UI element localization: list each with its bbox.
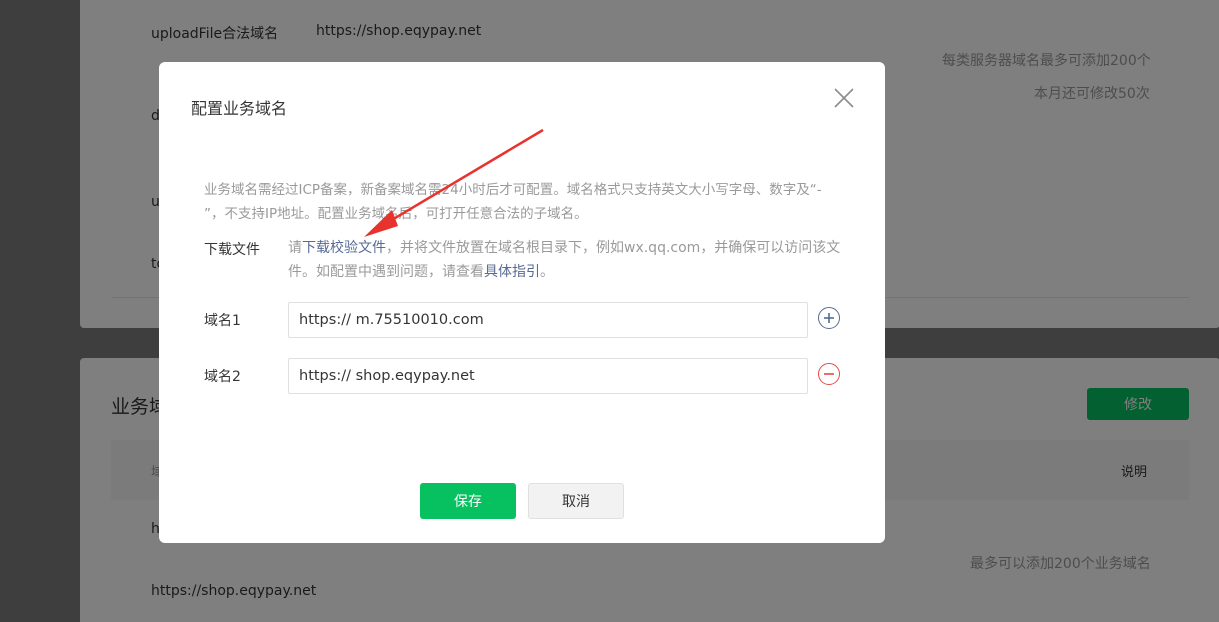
remove-domain-button[interactable] [818, 363, 840, 385]
close-icon [834, 88, 854, 108]
guide-link[interactable]: 具体指引 [484, 264, 540, 280]
domain-2-label: 域名2 [204, 369, 241, 385]
download-suffix: 。 [540, 264, 554, 280]
dialog-title: 配置业务域名 [191, 99, 288, 118]
download-file-label: 下载文件 [204, 242, 260, 258]
cancel-button[interactable]: 取消 [528, 483, 624, 519]
configure-business-domain-dialog: 配置业务域名 业务域名需经过ICP备案，新备案域名需24小时后才可配置。域名格式… [159, 62, 885, 543]
download-prefix: 请 [288, 240, 302, 256]
domain-2-input[interactable] [288, 358, 808, 394]
domain-1-input[interactable] [288, 302, 808, 338]
close-button[interactable] [833, 87, 855, 109]
add-domain-button[interactable] [818, 307, 840, 329]
save-button[interactable]: 保存 [420, 483, 516, 519]
minus-icon [824, 373, 834, 375]
download-instructions: 请下载校验文件，并将文件放置在域名根目录下，例如wx.qq.com，并确保可以访… [288, 236, 843, 284]
download-verification-file-link[interactable]: 下载校验文件 [302, 240, 386, 256]
plus-icon [824, 313, 834, 323]
domain-1-label: 域名1 [204, 313, 241, 329]
dialog-description: 业务域名需经过ICP备案，新备案域名需24小时后才可配置。域名格式只支持英文大小… [204, 182, 822, 222]
